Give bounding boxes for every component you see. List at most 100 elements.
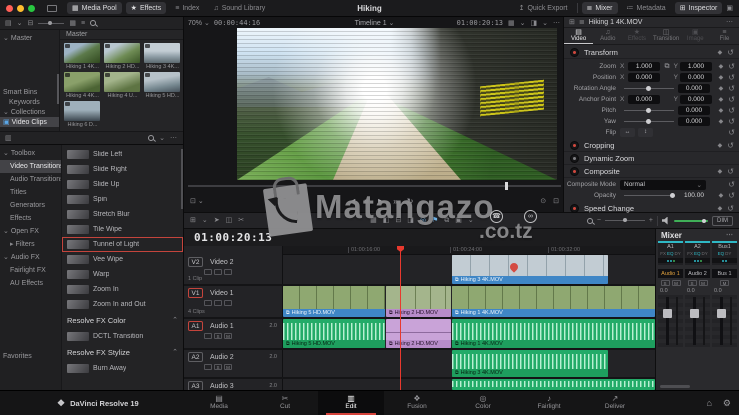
reset-icon[interactable]: ↺ bbox=[728, 117, 735, 126]
list-view-icon[interactable]: ≡ bbox=[81, 20, 85, 27]
checkbox-icon[interactable]: ▣ bbox=[726, 5, 733, 12]
fx-tree-video-transitions[interactable]: Video Transitions bbox=[0, 160, 61, 173]
chevron-down-icon[interactable]: ⌄ bbox=[520, 20, 526, 27]
enable-track-icon[interactable] bbox=[214, 300, 222, 306]
reset-icon[interactable]: ↺ bbox=[728, 95, 735, 104]
fader-handle[interactable] bbox=[690, 309, 699, 318]
fx-tree-open-fx[interactable]: ⌄Open FX bbox=[0, 225, 61, 238]
transition-item[interactable]: Stretch Blur bbox=[62, 207, 183, 222]
search-icon[interactable] bbox=[90, 20, 96, 26]
effects-scrollbar[interactable] bbox=[181, 149, 183, 209]
tab-file[interactable]: ≡File bbox=[710, 28, 739, 44]
reset-icon[interactable]: ↺ bbox=[728, 73, 735, 82]
clip-hiking2-video[interactable]: ⧉Hiking 2 HD.MOV bbox=[386, 286, 451, 317]
transition-item[interactable]: Tile Wipe bbox=[62, 222, 183, 237]
chevron-down-icon[interactable]: ⌄ bbox=[159, 135, 165, 142]
yaw-field[interactable]: 0.000 bbox=[678, 117, 710, 126]
transition-item[interactable]: Warp bbox=[62, 267, 183, 282]
transform-section-header[interactable]: Transform ◆ ↺ bbox=[564, 46, 739, 59]
project-manager-icon[interactable]: ⌂ bbox=[706, 398, 711, 409]
transition-item[interactable]: DCTL Transition bbox=[62, 329, 183, 344]
track-header-v1[interactable]: V1 Video 1 4 Clips bbox=[184, 286, 283, 317]
opacity-value[interactable]: 100.00 bbox=[678, 192, 710, 199]
play-reverse-button[interactable]: ◀ bbox=[349, 197, 355, 206]
clip-hiking1-audio[interactable]: ⧉Hiking 1 4K.MOV bbox=[452, 319, 655, 348]
chevron-down-icon[interactable]: ⌄ bbox=[542, 20, 548, 27]
viewer-zoom-select[interactable]: 70% ⌄ bbox=[188, 20, 210, 27]
auto-select-icon[interactable] bbox=[224, 269, 232, 275]
flag-icon[interactable]: ⚑ bbox=[432, 217, 438, 224]
fx-badge[interactable]: FX bbox=[687, 251, 693, 256]
opacity-slider[interactable] bbox=[624, 195, 674, 196]
smart-bin-video-clips[interactable]: ▣ Video Clips bbox=[0, 117, 59, 127]
wipe-mode-icon[interactable]: ◨ bbox=[531, 20, 538, 27]
keyframe-icon[interactable]: ◆ bbox=[719, 118, 724, 125]
reset-icon[interactable]: ↺ bbox=[728, 128, 735, 137]
link-clips-icon[interactable]: ⧉ bbox=[444, 217, 449, 224]
sound-library-toggle[interactable]: ♫ Sound Library bbox=[208, 3, 270, 14]
link-xy-icon[interactable]: ⧉ bbox=[662, 63, 672, 71]
page-color[interactable]: ◎Color bbox=[450, 391, 516, 415]
index-toggle[interactable]: ≡ Index bbox=[170, 3, 204, 14]
reset-icon[interactable]: ↺ bbox=[727, 167, 734, 176]
media-clip[interactable]: Hiking 3 4K... bbox=[144, 43, 181, 70]
fx-tree-favorites[interactable]: Favorites bbox=[0, 350, 61, 363]
fx-tree-audio-fx[interactable]: ⌄Audio FX bbox=[0, 251, 61, 264]
snapping-magnet-icon[interactable]: ◎ bbox=[420, 217, 426, 224]
mute-button[interactable]: M bbox=[699, 280, 708, 286]
fx-badge[interactable]: FX bbox=[660, 251, 666, 256]
mute-button[interactable]: M bbox=[672, 280, 681, 286]
auto-select-icon[interactable] bbox=[224, 300, 232, 306]
lane-a2[interactable]: ⧉Hiking 3 4K.MOV bbox=[283, 350, 655, 377]
viewer-options-icon[interactable]: ⋯ bbox=[553, 20, 561, 27]
transition-item[interactable]: Zoom In and Out bbox=[62, 297, 183, 312]
dynamic-zoom-section-header[interactable]: Dynamic Zoom bbox=[564, 152, 739, 165]
keyframe-icon[interactable]: ◆ bbox=[718, 49, 723, 56]
speed-change-section-header[interactable]: Speed Change ◆ ↺ bbox=[564, 202, 739, 215]
page-media[interactable]: ▤Media bbox=[186, 391, 252, 415]
keyframe-icon[interactable]: ◆ bbox=[718, 205, 723, 212]
composite-enable-toggle[interactable] bbox=[570, 167, 579, 176]
solo-track-button[interactable]: S bbox=[214, 333, 222, 339]
chevron-down-icon[interactable]: ⌄ bbox=[202, 217, 208, 224]
gang-viewers-icon[interactable]: ▦ bbox=[508, 20, 515, 27]
lock-track-icon[interactable] bbox=[204, 364, 212, 370]
jump-end-button[interactable]: » bbox=[393, 197, 397, 206]
reset-icon[interactable]: ↺ bbox=[727, 141, 734, 150]
anchor-y-field[interactable]: 0.000 bbox=[680, 95, 712, 104]
trim-tool-icon[interactable]: ◫ bbox=[226, 217, 233, 224]
rotation-slider[interactable] bbox=[624, 88, 674, 89]
inspector-options-icon[interactable]: ⋯ bbox=[726, 19, 734, 26]
fader-handle[interactable] bbox=[717, 309, 726, 318]
zoom-in-icon[interactable]: + bbox=[649, 217, 653, 224]
dynamic-zoom-enable-toggle[interactable] bbox=[570, 154, 579, 163]
f-icon[interactable]: ◨ bbox=[407, 217, 414, 224]
close-window-button[interactable] bbox=[6, 5, 13, 12]
bin-view-icon[interactable]: ▤ bbox=[5, 20, 12, 27]
transform-enable-toggle[interactable] bbox=[570, 48, 579, 57]
solo-track-button[interactable]: S bbox=[214, 364, 222, 370]
tab-audio[interactable]: ♫Audio bbox=[593, 28, 622, 44]
lane-a3[interactable] bbox=[283, 379, 655, 390]
quick-export-button[interactable]: ↥ Quick Export bbox=[514, 2, 573, 14]
speaker-icon[interactable] bbox=[662, 217, 670, 225]
fx-tree-au-effects[interactable]: AU Effects bbox=[0, 277, 61, 290]
clip-hiking1-video[interactable]: ⧉Hiking 1 4K.MOV bbox=[452, 286, 655, 317]
resolve-fx-color-header[interactable]: Resolve FX Color ⌃ bbox=[62, 312, 183, 329]
fx-tree-filters[interactable]: ▸Filters bbox=[0, 238, 61, 251]
clip-hiking5-video[interactable]: ⧉Hiking 5 HD.MOV bbox=[283, 286, 385, 317]
search-icon[interactable] bbox=[148, 135, 154, 141]
keyframe-icon[interactable]: ◆ bbox=[719, 96, 724, 103]
page-edit[interactable]: ▥Edit bbox=[318, 391, 384, 415]
flip-horizontal-button[interactable]: ↔ bbox=[620, 128, 635, 137]
clip-grid-icon[interactable]: ⊞ bbox=[569, 19, 575, 26]
eq-badge[interactable]: EQ bbox=[718, 251, 725, 256]
tab-image[interactable]: ▣Image bbox=[681, 28, 710, 44]
pitch-slider[interactable] bbox=[624, 110, 674, 111]
clip-hiking5-audio[interactable]: ⧉Hiking 5 HD.MOV bbox=[283, 319, 385, 348]
reset-icon[interactable]: ↺ bbox=[728, 62, 735, 71]
smart-bin-collections[interactable]: ⌄ Collections bbox=[0, 107, 59, 117]
zoom-x-field[interactable]: 1.000 bbox=[628, 62, 660, 71]
cropping-enable-toggle[interactable] bbox=[570, 141, 579, 150]
media-pool-toggle[interactable]: ▦ Media Pool bbox=[67, 2, 122, 14]
